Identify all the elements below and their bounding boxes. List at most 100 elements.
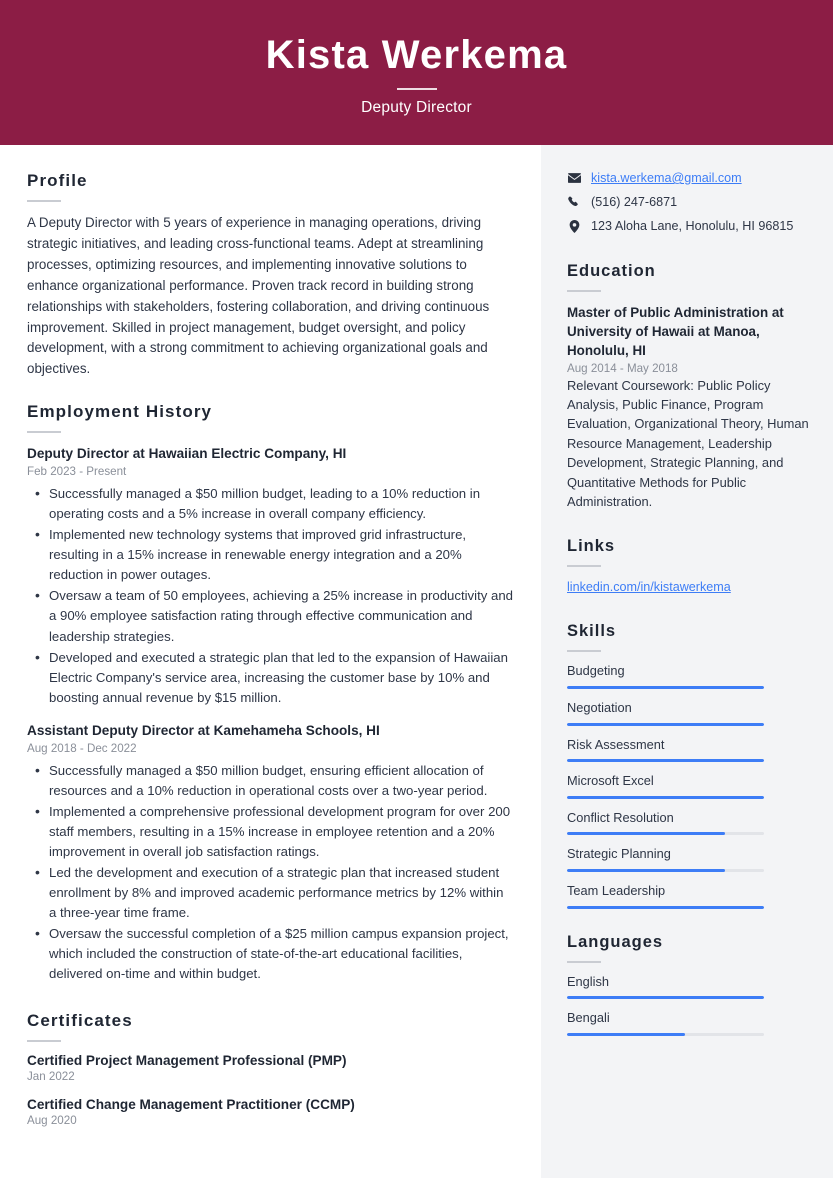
section-divider: [27, 200, 61, 202]
phone-number: (516) 247-6871: [591, 194, 678, 209]
languages-section: Languages English Bengali: [567, 933, 809, 1036]
certificate-item: Certified Change Management Practitioner…: [27, 1097, 513, 1127]
skill-level-fill: [567, 832, 725, 836]
list-item: Successfully managed a $50 million budge…: [27, 760, 513, 801]
certificate-date: Jan 2022: [27, 1070, 75, 1084]
candidate-name: Kista Werkema: [265, 32, 568, 77]
skill-label: Conflict Resolution: [567, 809, 674, 825]
language-level-track: [567, 1032, 764, 1036]
contact-address-row: 123 Aloha Lane, Honolulu, HI 96815: [567, 217, 809, 236]
skill-label: Strategic Planning: [567, 846, 671, 862]
resume-page: Kista Werkema Deputy Director Profile A …: [0, 0, 833, 1178]
list-item: Successfully managed a $50 million budge…: [27, 483, 513, 524]
certificates-section: Certificates Certified Project Managemen…: [27, 1011, 513, 1127]
job-title: Deputy Director at Hawaiian Electric Com…: [27, 446, 347, 462]
candidate-job-title: Deputy Director: [361, 98, 472, 116]
list-item: Oversaw a team of 50 employees, achievin…: [27, 585, 513, 646]
skill-level-fill: [567, 685, 764, 689]
employment-entry: Deputy Director at Hawaiian Electric Com…: [27, 444, 513, 708]
skill-level-fill: [567, 869, 725, 873]
skill-level-track: [567, 722, 764, 726]
email-link[interactable]: kista.werkema@gmail.com: [591, 169, 742, 188]
skill-level-track: [567, 685, 764, 689]
skill-item: Strategic Planning: [567, 846, 809, 873]
skill-level-track: [567, 869, 764, 873]
language-level-track: [567, 996, 764, 1000]
language-level-fill: [567, 996, 764, 1000]
contact-email-row: kista.werkema@gmail.com: [567, 169, 809, 188]
skill-level-track: [567, 795, 764, 799]
section-divider: [567, 289, 601, 292]
location-pin-icon: [567, 219, 581, 233]
employment-heading: Employment History: [27, 402, 213, 422]
links-section: Links linkedin.com/in/kistawerkema: [567, 537, 809, 596]
profile-section: Profile A Deputy Director with 5 years o…: [27, 171, 513, 380]
profile-text: A Deputy Director with 5 years of experi…: [27, 215, 490, 377]
sidebar-column: kista.werkema@gmail.com (516) 247-6871 1…: [541, 145, 833, 1178]
skill-level-track: [567, 759, 764, 763]
education-heading: Education: [567, 261, 656, 280]
skill-item: Conflict Resolution: [567, 810, 809, 836]
language-label: English: [567, 973, 609, 989]
certificates-heading: Certificates: [27, 1011, 133, 1031]
skill-label: Team Leadership: [567, 883, 666, 899]
skill-item: Negotiation: [567, 700, 809, 726]
contact-phone-row: (516) 247-6871: [567, 193, 809, 212]
skill-item: Team Leadership: [567, 883, 809, 909]
phone-icon: [567, 196, 581, 208]
skill-level-track: [567, 905, 764, 909]
list-item: Implemented new technology systems that …: [27, 524, 513, 585]
job-bullets: Successfully managed a $50 million budge…: [27, 483, 513, 708]
section-divider: [567, 650, 601, 653]
skill-level-fill: [567, 905, 764, 909]
skill-label: Microsoft Excel: [567, 773, 654, 789]
language-label: Bengali: [567, 1010, 610, 1026]
resume-header: Kista Werkema Deputy Director: [0, 0, 833, 145]
education-date: Aug 2014 - May 2018: [567, 361, 678, 375]
employment-entry: Assistant Deputy Director at Kamehameha …: [27, 721, 513, 985]
section-divider: [567, 960, 601, 963]
list-item: Oversaw the successful completion of a $…: [27, 923, 513, 984]
contact-list: kista.werkema@gmail.com (516) 247-6871 1…: [567, 169, 809, 236]
certificate-item: Certified Project Management Professiona…: [27, 1053, 513, 1083]
skill-label: Budgeting: [567, 663, 625, 679]
list-item: Developed and executed a strategic plan …: [27, 647, 513, 708]
envelope-icon: [567, 173, 581, 184]
education-description: Relevant Coursework: Public Policy Analy…: [567, 377, 809, 509]
skills-section: Skills Budgeting Negotiation Risk Assess…: [567, 622, 809, 909]
education-degree: Master of Public Administration at Unive…: [567, 304, 784, 358]
skills-heading: Skills: [567, 622, 617, 641]
education-section: Education Master of Public Administratio…: [567, 262, 809, 512]
skill-level-fill: [567, 759, 764, 763]
skill-label: Negotiation: [567, 699, 632, 715]
certificate-date: Aug 2020: [27, 1114, 77, 1128]
job-title: Assistant Deputy Director at Kamehameha …: [27, 722, 380, 738]
links-heading: Links: [567, 537, 616, 556]
skill-item: Budgeting: [567, 663, 809, 689]
skill-level-fill: [567, 795, 764, 799]
language-item: Bengali: [567, 1010, 809, 1036]
skill-item: Risk Assessment: [567, 737, 809, 763]
section-divider: [27, 431, 61, 434]
job-date: Aug 2018 - Dec 2022: [27, 741, 137, 755]
profile-heading: Profile: [27, 171, 88, 190]
skill-item: Microsoft Excel: [567, 773, 809, 799]
linkedin-link[interactable]: linkedin.com/in/kistawerkema: [567, 580, 731, 594]
address-text: 123 Aloha Lane, Honolulu, HI 96815: [591, 218, 794, 233]
certificate-title: Certified Project Management Professiona…: [27, 1053, 347, 1069]
skill-level-fill: [567, 722, 764, 726]
language-item: English: [567, 974, 809, 1000]
header-divider: [396, 87, 437, 90]
certificate-title: Certified Change Management Practitioner…: [27, 1097, 355, 1113]
languages-heading: Languages: [567, 932, 664, 951]
main-column: Profile A Deputy Director with 5 years o…: [0, 145, 541, 1178]
employment-section: Employment History Deputy Director at Ha…: [27, 402, 513, 984]
list-item: Implemented a comprehensive professional…: [27, 801, 513, 862]
list-item: Led the development and execution of a s…: [27, 862, 513, 923]
resume-body: Profile A Deputy Director with 5 years o…: [0, 145, 833, 1178]
section-divider: [27, 1040, 61, 1043]
skill-label: Risk Assessment: [567, 736, 665, 752]
section-divider: [567, 565, 601, 568]
language-level-fill: [567, 1032, 686, 1036]
skill-level-track: [567, 832, 764, 836]
